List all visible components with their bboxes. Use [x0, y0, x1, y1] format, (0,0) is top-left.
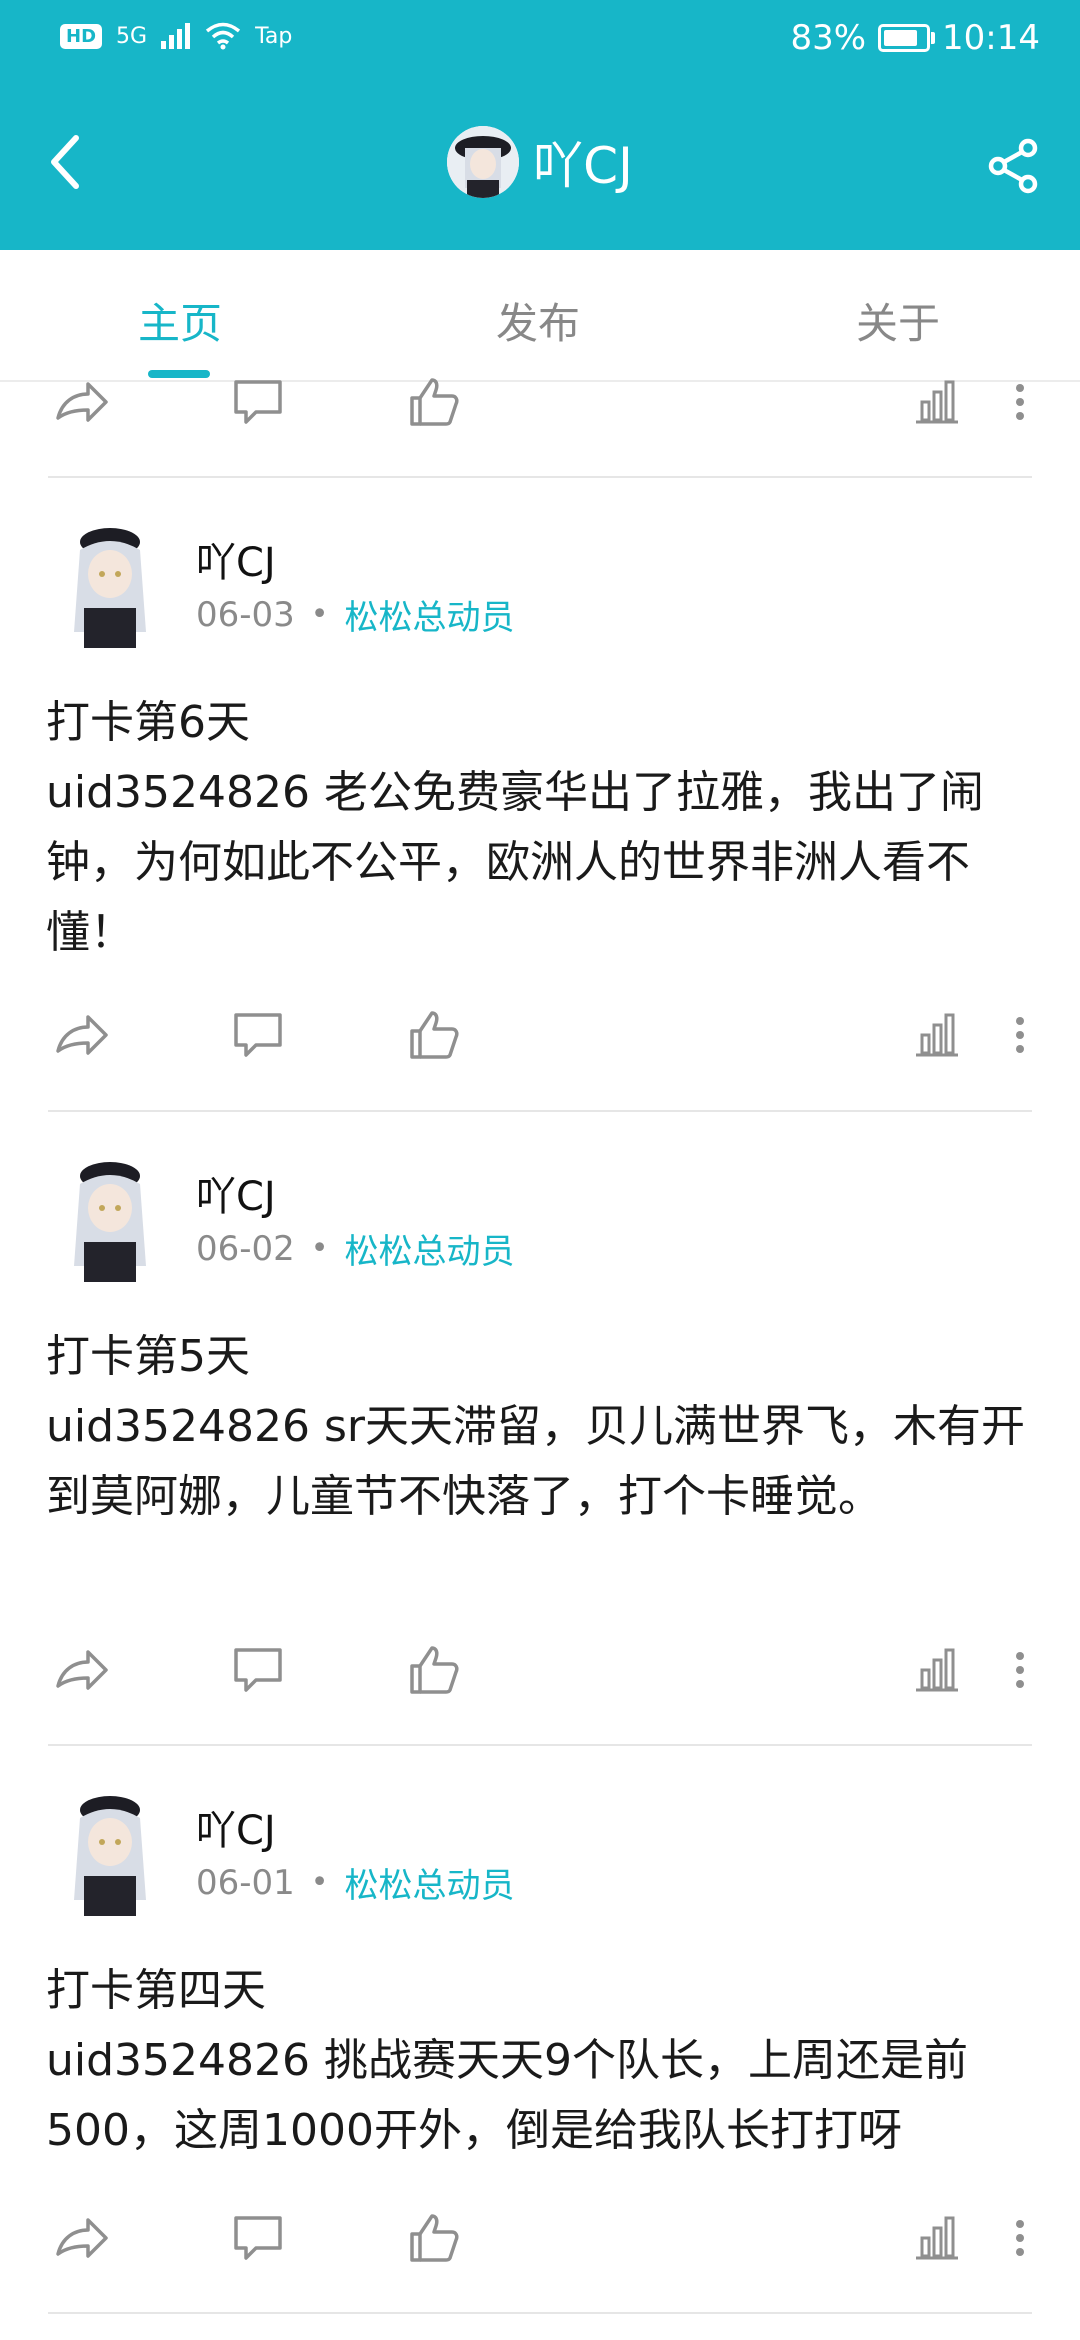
forward-icon[interactable]: [52, 2208, 112, 2268]
like-icon[interactable]: [404, 372, 464, 432]
user-avatar[interactable]: [56, 1790, 164, 1918]
post-text: uid3524826 老公免费豪华出了拉雅，我出了闹钟，为何如此不公平，欧洲人的…: [46, 767, 984, 958]
forward-icon[interactable]: [52, 1005, 112, 1065]
wifi-icon: [205, 22, 241, 50]
post-group-link[interactable]: 松松总动员: [345, 1224, 515, 1273]
post-title: 打卡第6天: [46, 697, 250, 748]
forward-icon[interactable]: [52, 1640, 112, 1700]
post-content[interactable]: 打卡第6天 uid3524826 老公免费豪华出了拉雅，我出了闹钟，为何如此不公…: [46, 688, 1036, 968]
post-content[interactable]: 打卡第5天 uid3524826 sr天天滞留，贝儿满世界飞，木有开到莫阿娜，儿…: [46, 1322, 1036, 1532]
battery-percent: 83%: [790, 18, 867, 58]
post-meta: 06-02 • 松松总动员: [196, 1224, 515, 1273]
status-left: HD 5G Tap: [60, 22, 292, 50]
more-icon[interactable]: [1000, 2208, 1040, 2268]
carrier-tag: Tap: [255, 23, 293, 49]
comment-icon[interactable]: [228, 372, 288, 432]
post-date: 06-01: [196, 1862, 295, 1903]
post-title: 打卡第四天: [46, 1965, 266, 2016]
page-title: 吖CJ: [533, 137, 633, 195]
more-icon[interactable]: [1000, 1005, 1040, 1065]
status-bar: HD 5G Tap 83% 10:14: [0, 0, 1080, 80]
status-right: 83% 10:14: [790, 18, 1040, 58]
post-meta: 06-01 • 松松总动员: [196, 1858, 515, 1907]
post-text: uid3524826 挑战赛天天9个队长，上周还是前500，这周1000开外，倒…: [46, 2035, 968, 2156]
top-app-bar: HD 5G Tap 83% 10:14 吖CJ: [0, 0, 1080, 250]
share-icon[interactable]: [984, 136, 1044, 196]
like-icon[interactable]: [404, 2208, 464, 2268]
post-divider: [48, 2312, 1032, 2314]
post-divider: [48, 1744, 1032, 1746]
like-icon[interactable]: [404, 1005, 464, 1065]
post-divider: [48, 1110, 1032, 1112]
post-content[interactable]: 打卡第四天 uid3524826 挑战赛天天9个队长，上周还是前500，这周10…: [46, 1956, 1036, 2166]
post-group-link[interactable]: 松松总动员: [345, 1858, 515, 1907]
tab-posts[interactable]: 发布: [496, 290, 580, 351]
comment-icon[interactable]: [228, 2208, 288, 2268]
post-header: 吖CJ 06-02 • 松松总动员: [0, 1156, 1080, 1296]
post-date: 06-03: [196, 594, 295, 635]
battery-icon: [878, 24, 936, 52]
more-icon[interactable]: [1000, 372, 1040, 432]
post-username[interactable]: 吖CJ: [196, 530, 276, 588]
post-header: 吖CJ 06-03 • 松松总动员: [0, 522, 1080, 662]
post-actions: [0, 1640, 1080, 1700]
tab-home[interactable]: 主页: [138, 290, 222, 351]
user-avatar[interactable]: [56, 522, 164, 650]
post-header: 吖CJ 06-01 • 松松总动员: [0, 1790, 1080, 1930]
post-actions: [0, 1005, 1080, 1065]
profile-avatar[interactable]: [447, 126, 520, 198]
post-username[interactable]: 吖CJ: [196, 1164, 276, 1222]
network-label: 5G: [116, 23, 148, 49]
clock: 10:14: [942, 18, 1040, 58]
post-date: 06-02: [196, 1228, 295, 1269]
separator-dot: •: [310, 597, 329, 632]
like-icon[interactable]: [404, 1640, 464, 1700]
stats-icon[interactable]: [910, 372, 970, 432]
tab-about[interactable]: 关于: [856, 290, 940, 351]
comment-icon[interactable]: [228, 1640, 288, 1700]
tab-bar: 主页 发布 关于: [0, 250, 1080, 382]
comment-icon[interactable]: [228, 1005, 288, 1065]
separator-dot: •: [310, 1231, 329, 1266]
post-group-link[interactable]: 松松总动员: [345, 590, 515, 639]
forward-icon[interactable]: [52, 372, 112, 432]
anime-avatar-icon: [447, 126, 520, 198]
post-meta: 06-03 • 松松总动员: [196, 590, 515, 639]
post-actions-previous: [0, 372, 1080, 432]
hd-icon: HD: [60, 23, 103, 49]
post-username[interactable]: 吖CJ: [196, 1798, 276, 1856]
user-avatar[interactable]: [56, 1156, 164, 1284]
stats-icon[interactable]: [910, 2208, 970, 2268]
post-text: uid3524826 sr天天滞留，贝儿满世界飞，木有开到莫阿娜，儿童节不快落了…: [46, 1401, 1025, 1522]
post-actions: [0, 2208, 1080, 2268]
stats-icon[interactable]: [910, 1005, 970, 1065]
post-divider: [48, 476, 1032, 478]
stats-icon[interactable]: [910, 1640, 970, 1700]
post-title: 打卡第5天: [46, 1331, 250, 1382]
signal-icon: [161, 23, 191, 49]
more-icon[interactable]: [1000, 1640, 1040, 1700]
profile-title[interactable]: 吖CJ: [0, 126, 1080, 198]
separator-dot: •: [310, 1865, 329, 1900]
